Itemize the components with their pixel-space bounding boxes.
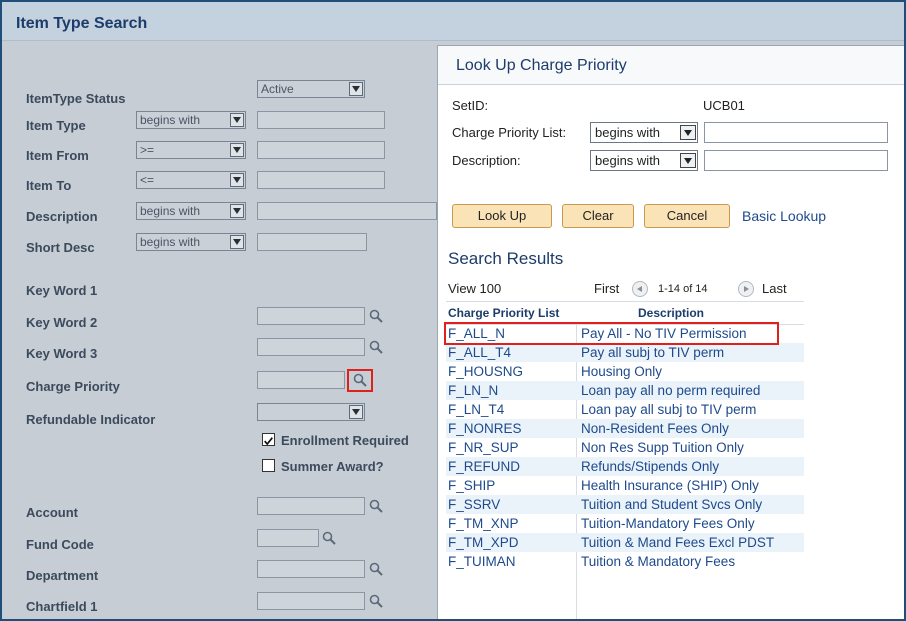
itemtype-status-label: ItemType Status <box>26 91 126 106</box>
short-desc-label: Short Desc <box>26 240 95 255</box>
desc-operator-select[interactable]: begins with <box>590 150 698 171</box>
magnifier-icon[interactable] <box>369 309 383 323</box>
item-from-label: Item From <box>26 148 89 163</box>
chevron-down-icon <box>680 125 696 140</box>
item-type-operator[interactable]: begins with <box>136 111 246 129</box>
account-label: Account <box>26 505 78 520</box>
key-word-2-label: Key Word 2 <box>26 315 98 330</box>
account-input[interactable] <box>257 497 365 515</box>
magnifier-icon[interactable] <box>369 562 383 576</box>
refundable-indicator-label: Refundable Indicator <box>26 412 156 427</box>
table-row[interactable]: F_TM_XNP Tuition-Mandatory Fees Only <box>446 514 804 533</box>
chevron-down-icon <box>349 82 363 96</box>
chevron-down-icon <box>680 153 696 168</box>
desc-label: Description: <box>452 153 521 168</box>
charge-priority-label: Charge Priority <box>26 379 120 394</box>
table-row[interactable]: F_REFUND Refunds/Stipends Only <box>446 457 804 476</box>
item-to-label: Item To <box>26 178 72 193</box>
table-row[interactable]: F_LN_N Loan pay all no perm required <box>446 381 804 400</box>
description-input[interactable] <box>257 202 437 220</box>
search-results-title: Search Results <box>448 249 564 268</box>
key-word-1-label: Key Word 1 <box>26 283 98 298</box>
basic-lookup-link[interactable]: Basic Lookup <box>742 208 826 224</box>
department-label: Department <box>26 568 99 583</box>
key-word-3-label: Key Word 3 <box>26 346 98 361</box>
short-desc-input[interactable] <box>257 233 367 251</box>
table-row[interactable]: F_TM_XPD Tuition & Mand Fees Excl PDST <box>446 533 804 552</box>
last-label: Last <box>762 281 787 296</box>
desc-input[interactable] <box>704 150 888 171</box>
department-input[interactable] <box>257 560 365 578</box>
first-label: First <box>594 281 620 296</box>
page-title: Item Type Search <box>16 15 148 32</box>
fund-code-label: Fund Code <box>26 537 94 552</box>
summer-award-checkbox[interactable] <box>262 459 275 472</box>
enrollment-required-checkbox[interactable] <box>262 433 275 446</box>
setid-label: SetID: <box>452 98 489 113</box>
chevron-down-icon <box>230 113 244 127</box>
modal-header: Look Up Charge Priority <box>438 46 904 85</box>
chevron-down-icon <box>230 235 244 249</box>
magnifier-icon[interactable] <box>369 499 383 513</box>
charge-priority-input[interactable] <box>257 371 345 389</box>
magnifier-icon[interactable] <box>353 373 367 387</box>
description-label: Description <box>26 209 98 224</box>
item-type-label: Item Type <box>26 118 86 133</box>
window-frame: Item Type Search ItemType Status Active … <box>0 0 906 621</box>
short-desc-operator[interactable]: begins with <box>136 233 246 251</box>
selected-row-highlight <box>444 322 779 345</box>
column-header-description[interactable]: Description <box>638 306 704 320</box>
range-label: 1-14 of 14 <box>658 283 708 295</box>
key-word-2-input[interactable] <box>257 307 365 325</box>
left-arrow-icon[interactable] <box>632 281 648 297</box>
lookup-modal: Look Up Charge Priority SetID: UCB01 Cha… <box>437 45 904 619</box>
page-header: Item Type Search <box>2 2 904 41</box>
cancel-button[interactable]: Cancel <box>644 204 730 228</box>
table-row[interactable]: F_NONRES Non-Resident Fees Only <box>446 419 804 438</box>
table-row[interactable]: F_LN_T4 Loan pay all subj to TIV perm <box>446 400 804 419</box>
table-row[interactable]: F_SHIP Health Insurance (SHIP) Only <box>446 476 804 495</box>
enrollment-required-label: Enrollment Required <box>281 433 409 448</box>
right-arrow-icon[interactable] <box>738 281 754 297</box>
table-row[interactable]: F_TUIMAN Tuition & Mandatory Fees <box>446 552 804 571</box>
table-row[interactable]: F_SSRV Tuition and Student Svcs Only <box>446 495 804 514</box>
item-to-input[interactable] <box>257 171 385 189</box>
view-100-link[interactable]: View 100 <box>448 281 501 296</box>
checkmark-icon <box>264 437 273 446</box>
modal-title: Look Up Charge Priority <box>456 57 627 74</box>
table-row[interactable]: F_ALL_T4 Pay all subj to TIV perm <box>446 343 804 362</box>
chevron-down-icon <box>230 143 244 157</box>
table-row[interactable]: F_NR_SUP Non Res Supp Tuition Only <box>446 438 804 457</box>
description-operator[interactable]: begins with <box>136 202 246 220</box>
key-word-3-input[interactable] <box>257 338 365 356</box>
grid-nav: View 100 First 1-14 of 14 Last <box>446 275 804 301</box>
magnifier-icon[interactable] <box>322 531 336 545</box>
setid-value: UCB01 <box>703 98 745 113</box>
item-from-operator[interactable]: >= <box>136 141 246 159</box>
table-row[interactable]: F_HOUSNG Housing Only <box>446 362 804 381</box>
summer-award-label: Summer Award? <box>281 459 384 474</box>
item-from-input[interactable] <box>257 141 385 159</box>
chartfield-1-label: Chartfield 1 <box>26 599 98 614</box>
refundable-indicator-select[interactable] <box>257 403 365 421</box>
chevron-down-icon <box>230 204 244 218</box>
fund-code-input[interactable] <box>257 529 319 547</box>
chartfield-1-input[interactable] <box>257 592 365 610</box>
magnifier-icon[interactable] <box>369 340 383 354</box>
magnifier-icon[interactable] <box>369 594 383 608</box>
item-type-input[interactable] <box>257 111 385 129</box>
column-header-code[interactable]: Charge Priority List <box>448 306 559 320</box>
cpl-label: Charge Priority List: <box>452 125 567 140</box>
lookup-button[interactable]: Look Up <box>452 204 552 228</box>
chevron-down-icon <box>230 173 244 187</box>
item-to-operator[interactable]: <= <box>136 171 246 189</box>
cpl-input[interactable] <box>704 122 888 143</box>
clear-button[interactable]: Clear <box>562 204 634 228</box>
chevron-down-icon <box>349 405 363 419</box>
itemtype-status-select[interactable]: Active <box>257 80 365 98</box>
cpl-operator-select[interactable]: begins with <box>590 122 698 143</box>
